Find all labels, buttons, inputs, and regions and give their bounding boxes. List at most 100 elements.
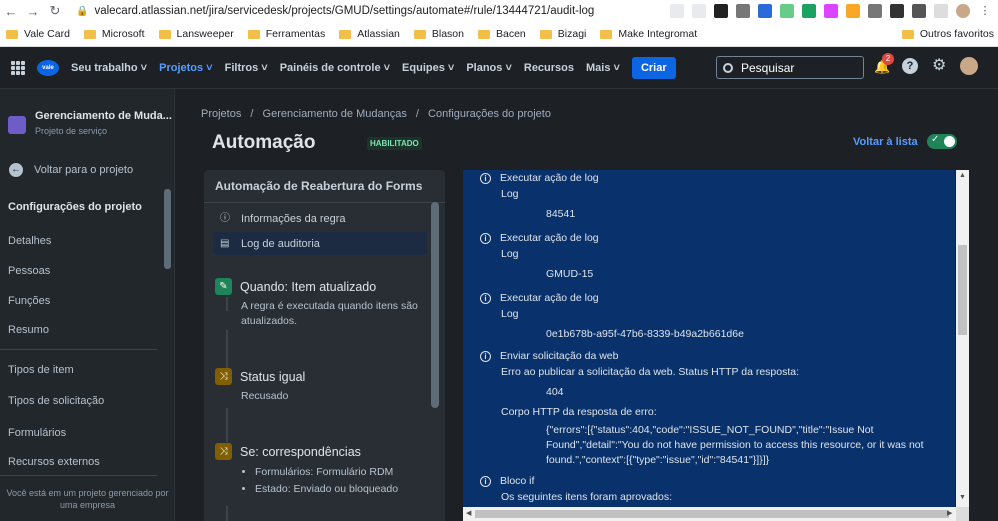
help-icon[interactable]: ? [902, 58, 918, 74]
scroll-up-icon[interactable]: ▲ [959, 172, 966, 179]
if-block-component[interactable]: ⤨ Se: correspondências Formulários: Form… [215, 443, 420, 498]
folder-icon [600, 29, 613, 39]
scroll-right-icon[interactable]: ▶ [947, 509, 952, 517]
bookmark-item[interactable]: Blason [413, 28, 464, 40]
bookmark-item[interactable]: Ferramentas [247, 28, 325, 40]
extension-icon[interactable] [780, 4, 794, 18]
back-to-list-link[interactable]: Voltar à lista [853, 136, 918, 148]
pencil-icon: ✎ [215, 278, 232, 295]
project-sidebar: Gerenciamento de Muda... Projeto de serv… [0, 89, 175, 521]
audit-log-entry: i Enviar solicitação da web Erro ao publi… [480, 350, 950, 468]
nav-projects[interactable]: Projetos ˅ [159, 62, 213, 74]
sidebar-item-external-resources[interactable]: Recursos externos [8, 456, 100, 468]
puzzle-icon[interactable] [912, 4, 926, 18]
bookmark-item[interactable]: Make Integromat [600, 28, 697, 40]
breadcrumb-settings[interactable]: Configurações do projeto [428, 108, 551, 120]
audit-log-scrollbar[interactable]: ▲ ▼ [956, 170, 969, 521]
rule-panel-scrollbar[interactable] [429, 202, 441, 521]
extension-icon[interactable] [890, 4, 904, 18]
bookmark-item[interactable]: Atlassian [339, 28, 400, 40]
nav-dashboards[interactable]: Painéis de controle ˅ [280, 62, 390, 74]
extension-icon[interactable] [714, 4, 728, 18]
status-badge: HABILITADO [367, 137, 422, 150]
audit-log-entry: i Executar ação de log Log 0e1b678b-a95f-… [480, 292, 950, 340]
nav-teams[interactable]: Equipes ˅ [402, 62, 454, 74]
bookmark-item[interactable]: Bacen [477, 28, 526, 40]
extension-icon[interactable] [824, 4, 838, 18]
sidebar-scrollbar[interactable] [162, 189, 172, 519]
nav-more[interactable]: Mais ˅ [586, 62, 620, 74]
scrollbar-thumb[interactable] [164, 189, 171, 269]
sidebar-item-summary[interactable]: Resumo [8, 324, 49, 336]
search-input[interactable]: Pesquisar [716, 56, 864, 79]
menu-icon[interactable]: ⋮ [978, 4, 992, 18]
sidebar-item-issue-types[interactable]: Tipos de item [8, 364, 74, 376]
profile-avatar[interactable] [956, 4, 970, 18]
rule-panel: Automação de Reabertura do Forms ⓘ Infor… [204, 170, 445, 521]
lock-icon[interactable]: 🔒 [76, 6, 88, 17]
back-icon[interactable]: ← [0, 4, 22, 19]
star-icon[interactable] [692, 4, 706, 18]
project-header[interactable]: Gerenciamento de Muda... Projeto de serv… [8, 110, 172, 136]
component-title: Quando: Item atualizado [240, 279, 377, 294]
rule-details-label: Informações da regra [241, 212, 346, 225]
bookmark-item[interactable]: Vale Card [6, 28, 70, 40]
sidebar-item-request-types[interactable]: Tipos de solicitação [8, 395, 104, 407]
sidebar-item-roles[interactable]: Funções [8, 295, 50, 307]
settings-icon[interactable]: ⚙ [932, 58, 946, 74]
address-bar[interactable]: valecard.atlassian.net/jira/servicedesk/… [94, 5, 670, 17]
sidebar-item-forms[interactable]: Formulários [8, 427, 66, 439]
bookmark-item[interactable]: Lansweeper [158, 28, 234, 40]
scroll-left-icon[interactable]: ◀ [466, 509, 471, 517]
scrollbar-thumb[interactable] [958, 245, 967, 335]
sidepanel-icon[interactable] [934, 4, 948, 18]
avatar[interactable] [960, 57, 979, 75]
nav-assets[interactable]: Recursos [524, 62, 574, 74]
audit-log-entry: i Bloco if Os seguintes itens foram aprov… [480, 475, 950, 503]
trigger-component[interactable]: ✎ Quando: Item atualizado A regra é exec… [215, 278, 420, 329]
site-logo[interactable]: vale [37, 59, 59, 76]
camera-icon[interactable] [868, 4, 882, 18]
bookmark-item[interactable]: Bizagi [539, 28, 586, 40]
notifications-icon[interactable]: 🔔 2 [874, 53, 894, 74]
bookmark-item[interactable]: Microsoft [83, 28, 145, 40]
info-icon: i [480, 350, 491, 362]
forward-icon[interactable]: → [22, 4, 44, 19]
entry-line: Corpo HTTP da resposta de erro: [501, 406, 657, 418]
sidebar-item-details[interactable]: Detalhes [8, 235, 51, 247]
condition-component[interactable]: ⤨ Status igual Recusado [215, 368, 420, 404]
entry-value: 404 [546, 386, 564, 398]
rule-details-tab[interactable]: ⓘ Informações da regra [213, 207, 427, 230]
nav-plans[interactable]: Planos ˅ [466, 62, 512, 74]
reload-icon[interactable]: ↻ [44, 3, 66, 19]
sidebar-item-people[interactable]: Pessoas [8, 265, 50, 277]
scrollbar-thumb[interactable] [475, 510, 949, 518]
share-icon[interactable] [670, 4, 684, 18]
create-button[interactable]: Criar [631, 56, 676, 79]
nav-your-work[interactable]: Seu trabalho ˅ [71, 62, 147, 74]
nav-filters[interactable]: Filtros ˅ [225, 62, 268, 74]
folder-icon [339, 29, 352, 39]
extension-icon[interactable] [736, 4, 750, 18]
breadcrumb-project[interactable]: Gerenciamento de Mudanças [263, 108, 407, 120]
audit-log-horizontal-scrollbar[interactable]: ◀ ▶ [463, 507, 956, 521]
other-bookmarks[interactable]: Outros favoritos [901, 24, 994, 44]
browser-chrome: ← → ↻ 🔒 valecard.atlassian.net/jira/serv… [0, 0, 998, 47]
extension-icon[interactable] [802, 4, 816, 18]
project-name: Gerenciamento de Muda... [35, 110, 172, 122]
scrollbar-thumb[interactable] [431, 202, 439, 408]
project-avatar-icon [8, 116, 26, 134]
audit-log-tab[interactable]: ▤ Log de auditoria [213, 232, 427, 255]
app-switcher-icon[interactable] [11, 60, 25, 75]
audit-log-panel: i Executar ação de log Log 84541 i Executa… [463, 170, 955, 521]
folder-icon [83, 29, 96, 39]
entry-title: Bloco if [500, 475, 535, 487]
scroll-down-icon[interactable]: ▼ [959, 494, 966, 501]
breadcrumb-projects[interactable]: Projetos [201, 108, 241, 120]
entry-title: Executar ação de log [500, 172, 599, 184]
extension-icon[interactable] [758, 4, 772, 18]
back-to-project-link[interactable]: ← Voltar para o projeto [9, 163, 133, 177]
rule-enabled-toggle[interactable]: ✓ [927, 134, 957, 149]
entry-value: 84541 [546, 208, 576, 220]
extension-icon[interactable] [846, 4, 860, 18]
